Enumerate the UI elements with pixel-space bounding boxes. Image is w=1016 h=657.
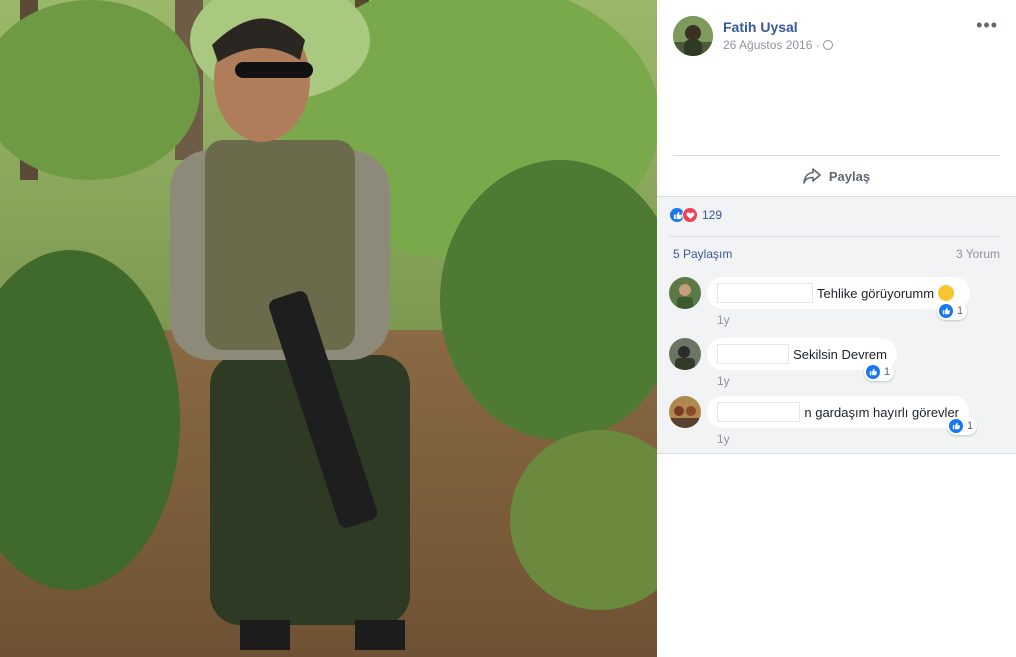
shares-link[interactable]: 5 Paylaşım xyxy=(673,247,732,261)
redacted-name xyxy=(717,283,813,303)
redacted-name xyxy=(717,344,790,364)
comment-text: Tehlike görüyorumm xyxy=(817,285,935,301)
like-count: 1 xyxy=(884,366,891,378)
like-reaction-icon xyxy=(949,419,963,433)
author-avatar[interactable] xyxy=(673,16,713,56)
reaction-summary[interactable]: 129 xyxy=(669,207,722,223)
post-header: Fatih Uysal 26 Ağustos 2016 · ••• xyxy=(673,16,1000,60)
author-name[interactable]: Fatih Uysal xyxy=(723,19,798,35)
post-meta: 26 Ağustos 2016 · xyxy=(723,38,833,52)
like-reaction-icon xyxy=(939,304,953,318)
post-details-panel: Fatih Uysal 26 Ağustos 2016 · ••• Paylaş… xyxy=(657,0,1016,657)
comment-like-count[interactable]: 1 xyxy=(947,417,978,435)
commenter-avatar[interactable] xyxy=(669,338,701,370)
forest-soldier-photo xyxy=(0,0,657,657)
share-icon xyxy=(803,168,821,184)
redacted-name xyxy=(717,402,801,422)
comment-time[interactable]: 1y xyxy=(717,432,730,446)
love-reaction-icon xyxy=(682,207,698,223)
divider xyxy=(669,236,1000,237)
like-count: 1 xyxy=(967,420,974,432)
comment-bubble: Tehlike görüyorumm xyxy=(707,277,970,309)
comment-bubble: n gardaşım hayırlı görevler xyxy=(707,396,969,428)
post-date[interactable]: 26 Ağustos 2016 · xyxy=(723,38,820,52)
share-label: Paylaş xyxy=(828,168,871,184)
wink-emoji-icon xyxy=(938,285,955,301)
commenter-avatar[interactable] xyxy=(669,396,701,428)
comment-text: n gardaşım hayırlı görevler xyxy=(804,404,959,420)
post-photo[interactable] xyxy=(0,0,657,657)
comments-link[interactable]: 3 Yorum xyxy=(956,247,1000,261)
engagement-section: 129 5 Paylaşım 3 Yorum Tehlike görüyorum… xyxy=(657,196,1016,454)
comment-time[interactable]: 1y xyxy=(717,374,730,388)
share-button[interactable]: Paylaş xyxy=(673,158,1000,194)
like-count: 1 xyxy=(957,305,964,317)
commenter-avatar[interactable] xyxy=(669,277,701,309)
avatar-image xyxy=(673,16,713,56)
like-reaction-icon xyxy=(866,365,880,379)
more-options-icon[interactable]: ••• xyxy=(976,16,998,34)
divider xyxy=(673,155,1000,156)
reaction-count: 129 xyxy=(702,208,723,222)
comment-text: Sekilsin Devrem xyxy=(793,346,887,362)
comment-like-count[interactable]: 1 xyxy=(864,363,895,381)
comment-like-count[interactable]: 1 xyxy=(937,302,968,320)
comment-time[interactable]: 1y xyxy=(717,313,730,327)
globe-icon xyxy=(822,40,833,50)
